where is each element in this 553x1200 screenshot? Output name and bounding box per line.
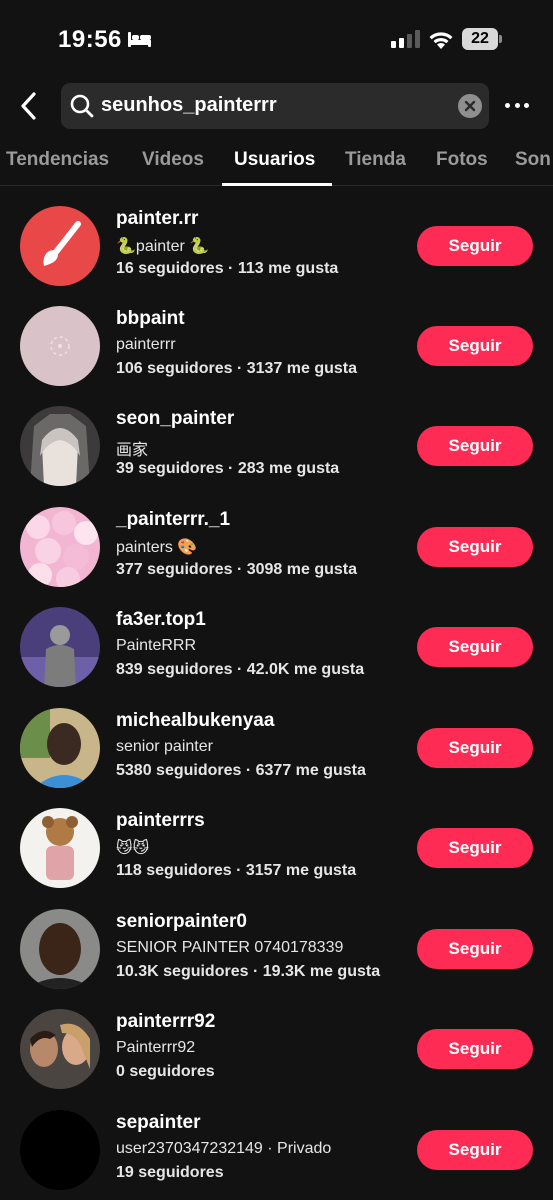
username: painterrr92 [116,1011,216,1032]
tab-tendencias[interactable]: Tendencias [6,149,109,171]
battery-icon: 22 [462,28,502,50]
username: michealbukenyaa [116,710,275,731]
back-arrow-icon[interactable] [16,90,42,122]
user-bio: Painterrr92 [116,1039,196,1056]
search-input[interactable]: seunhos_painterrr [61,83,489,129]
follow-button[interactable]: Seguir [417,226,533,266]
user-row[interactable]: _painterrr._1 painters 🎨 377 seguidores … [0,507,553,607]
user-stats: 16 seguidores · 113 me gusta [116,260,339,277]
avatar[interactable] [20,808,100,888]
username: fa3er.top1 [116,609,206,630]
avatar[interactable] [20,306,100,386]
status-bar: 19:56 22 [0,0,553,80]
user-stats: 10.3K seguidores · 19.3K me gusta [116,963,381,980]
user-bio: senior painter [116,738,213,755]
user-bio: PainteRRR [116,637,197,654]
cellular-signal-icon [391,30,420,48]
user-bio: painters 🎨 [116,539,198,556]
user-row[interactable]: seniorpainter0 SENIOR PAINTER 0740178339… [0,909,553,1009]
username: bbpaint [116,308,185,329]
username: seniorpainter0 [116,911,247,932]
user-stats: 19 seguidores [116,1164,224,1181]
username: painter.rr [116,208,199,229]
follow-button[interactable]: Seguir [417,728,533,768]
battery-level: 22 [462,28,498,50]
user-stats: 106 seguidores · 3137 me gusta [116,360,357,377]
avatar[interactable] [20,206,100,286]
avatar[interactable] [20,1110,100,1190]
follow-button[interactable]: Seguir [417,828,533,868]
user-stats: 118 seguidores · 3157 me gusta [116,862,357,879]
user-bio: 🐍painter 🐍 [116,238,210,255]
follow-button[interactable]: Seguir [417,527,533,567]
sleep-focus-icon [128,32,151,47]
user-stats: 839 seguidores · 42.0K me gusta [116,661,365,678]
user-stats: 5380 seguidores · 6377 me gusta [116,762,366,779]
user-row[interactable]: bbpaint painterrr 106 seguidores · 3137 … [0,306,553,406]
close-icon [464,100,476,112]
user-row[interactable]: fa3er.top1 PainteRRR 839 seguidores · 42… [0,607,553,707]
user-bio: 画家 [116,442,149,459]
follow-button[interactable]: Seguir [417,627,533,667]
tab-videos[interactable]: Videos [142,149,204,171]
status-time: 19:56 [58,26,122,53]
user-stats: 377 seguidores · 3098 me gusta [116,561,357,578]
wifi-icon [429,32,453,49]
username: painterrrs [116,810,205,831]
avatar[interactable] [20,1009,100,1089]
avatar[interactable] [20,507,100,587]
username: sepainter [116,1112,201,1133]
user-row[interactable]: painterrr92 Painterrr92 0 seguidores Seg… [0,1009,553,1109]
user-row[interactable]: painter.rr 🐍painter 🐍 16 seguidores · 11… [0,206,553,306]
follow-button[interactable]: Seguir [417,1029,533,1069]
tab-fotos[interactable]: Fotos [436,149,488,171]
more-options-icon[interactable] [505,103,529,109]
user-row[interactable]: painterrrs 😼😼 118 seguidores · 3157 me g… [0,808,553,908]
avatar[interactable] [20,708,100,788]
follow-button[interactable]: Seguir [417,426,533,466]
clear-search-button[interactable] [458,94,482,118]
search-query: seunhos_painterrr [101,94,277,116]
search-tabs: Tendencias Videos Usuarios Tienda Fotos … [0,140,553,186]
search-icon [70,94,94,118]
user-stats: 0 seguidores [116,1063,215,1080]
tab-usuarios[interactable]: Usuarios [234,149,315,171]
search-results-screen: 19:56 22 seunhos_painterrr Tendencias Vi… [0,0,553,1200]
tab-sonidos[interactable]: Son [515,149,551,171]
avatar[interactable] [20,909,100,989]
follow-button[interactable]: Seguir [417,326,533,366]
avatar[interactable] [20,406,100,486]
username: _painterrr._1 [116,509,231,530]
user-row[interactable]: sepainter user2370347232149 · Privado 19… [0,1110,553,1200]
user-row[interactable]: michealbukenyaa senior painter 5380 segu… [0,708,553,808]
user-bio: SENIOR PAINTER 0740178339 [116,939,344,956]
follow-button[interactable]: Seguir [417,1130,533,1170]
avatar[interactable] [20,607,100,687]
user-stats: 39 seguidores · 283 me gusta [116,460,340,477]
user-bio: painterrr [116,336,176,353]
user-bio: user2370347232149 · Privado [116,1140,332,1157]
username: seon_painter [116,408,235,429]
user-row[interactable]: seon_painter 画家 39 seguidores · 283 me g… [0,406,553,506]
active-tab-indicator [222,183,332,186]
follow-button[interactable]: Seguir [417,929,533,969]
user-bio: 😼😼 [116,840,150,857]
tab-tienda[interactable]: Tienda [345,149,406,171]
